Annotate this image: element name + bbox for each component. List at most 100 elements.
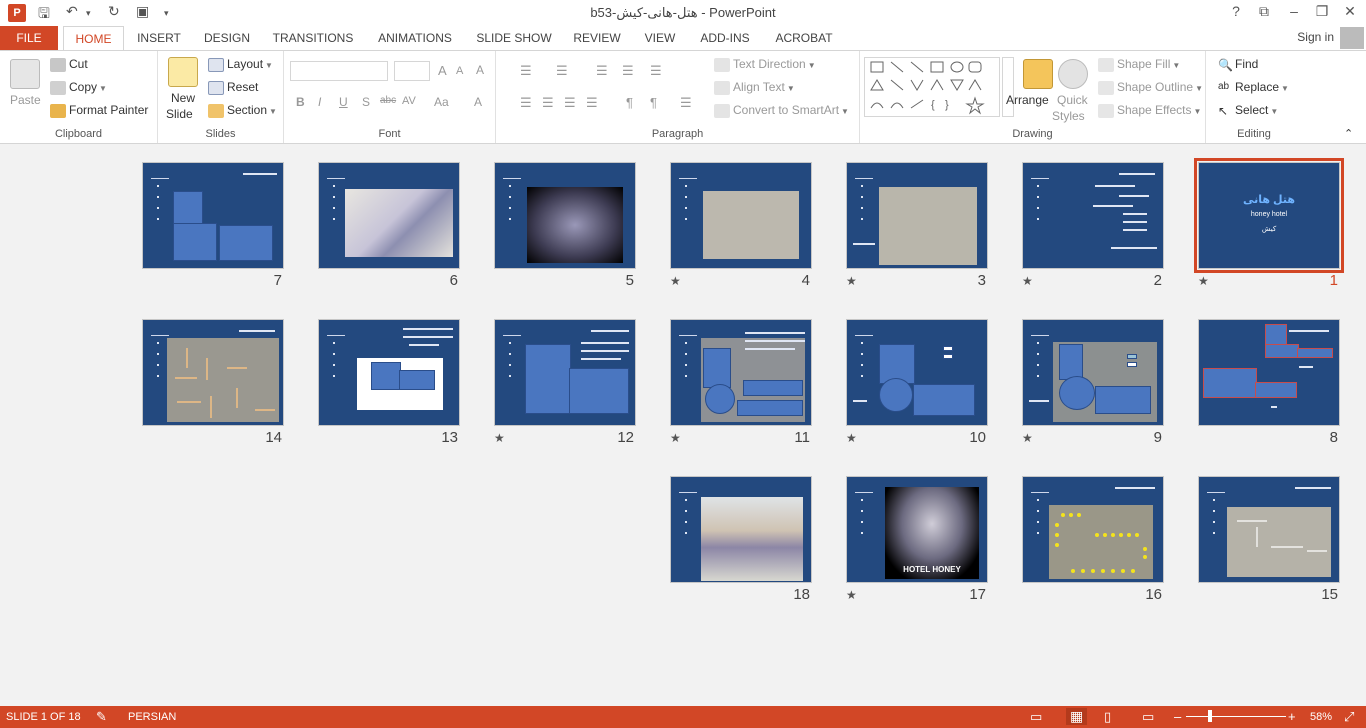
tab-add-ins[interactable]: ADD-INS [696, 26, 754, 50]
align-text-button[interactable]: Align Text ▼ [714, 80, 795, 95]
slide-thumbnail-18[interactable] [670, 476, 812, 583]
slide-thumbnail-14[interactable] [142, 319, 284, 426]
help-button[interactable]: ? [1222, 3, 1250, 19]
slide-9-animation-star[interactable]: ★ [1022, 431, 1033, 445]
slide-sorter-view[interactable]: هتل هانی honey hotel کیش 1 ★ 2 ★ 3 ★ 4 ★… [0, 144, 1366, 706]
shape-fill-button[interactable]: Shape Fill ▼ [1098, 57, 1180, 72]
italic-button[interactable]: I [318, 95, 321, 109]
slide-12-animation-star[interactable]: ★ [494, 431, 505, 445]
ltr-direction-icon[interactable]: ¶ [626, 95, 633, 110]
tab-view[interactable]: VIEW [640, 26, 680, 50]
slide-10-animation-star[interactable]: ★ [846, 431, 857, 445]
ribbon-display-options-button[interactable]: ⧉ [1250, 3, 1278, 20]
slide-1-animation-star[interactable]: ★ [1198, 274, 1209, 288]
font-size-box[interactable] [394, 61, 430, 81]
underline-button[interactable]: U [339, 95, 348, 109]
quick-styles-icon[interactable] [1058, 59, 1088, 89]
shapes-gallery-scroll[interactable] [1002, 57, 1014, 117]
zoom-slider-track[interactable] [1186, 716, 1286, 717]
slide-thumbnail-17[interactable]: HOTEL HONEY [846, 476, 988, 583]
slide-thumbnail-15[interactable] [1198, 476, 1340, 583]
paste-icon[interactable] [10, 59, 40, 89]
align-left-icon[interactable]: ☰ [520, 95, 532, 111]
align-center-icon[interactable]: ☰ [542, 95, 554, 111]
tab-design[interactable]: DESIGN [200, 26, 254, 50]
increase-indent-icon[interactable]: ☰ [622, 63, 634, 79]
tab-insert[interactable]: INSERT [132, 26, 186, 50]
tab-animations[interactable]: ANIMATIONS [372, 26, 458, 50]
slide-thumbnail-11[interactable] [670, 319, 812, 426]
new-slide-button[interactable]: New [171, 91, 195, 105]
shapes-gallery[interactable]: {} [864, 57, 1000, 117]
maximize-button[interactable]: ❐ [1308, 3, 1336, 20]
font-name-box[interactable] [290, 61, 388, 81]
columns-icon[interactable]: ☰ [680, 95, 692, 111]
close-button[interactable]: ✕ [1336, 3, 1364, 20]
character-spacing-button[interactable]: AV [402, 95, 416, 107]
shape-outline-button[interactable]: Shape Outline ▼ [1098, 80, 1203, 95]
strikethrough-button[interactable]: abc [380, 95, 396, 106]
slide-sorter-view-icon[interactable]: ▦ [1066, 708, 1088, 725]
text-shadow-button[interactable]: S [362, 95, 370, 109]
avatar[interactable] [1340, 27, 1364, 49]
convert-smartart-button[interactable]: Convert to SmartArt ▼ [714, 103, 849, 118]
language-status[interactable]: PERSIAN [128, 711, 176, 723]
paste-button[interactable]: Paste [10, 93, 41, 107]
shrink-font-button[interactable]: A [456, 65, 463, 77]
slide-thumbnail-16[interactable] [1022, 476, 1164, 583]
slide-11-animation-star[interactable]: ★ [670, 431, 681, 445]
slide-thumbnail-7[interactable] [142, 162, 284, 269]
slide-4-animation-star[interactable]: ★ [670, 274, 681, 288]
slide-thumbnail-13[interactable] [318, 319, 460, 426]
slide-thumbnail-9[interactable] [1022, 319, 1164, 426]
shape-effects-button[interactable]: Shape Effects ▼ [1098, 103, 1201, 118]
zoom-in-button[interactable]: + [1288, 709, 1296, 724]
slide-thumbnail-6[interactable] [318, 162, 460, 269]
decrease-indent-icon[interactable]: ☰ [596, 63, 608, 79]
cut-button[interactable]: Cut [50, 57, 88, 72]
copy-button[interactable]: Copy ▼ [50, 80, 107, 95]
zoom-out-button[interactable]: – [1174, 709, 1181, 724]
clear-formatting-button[interactable]: A [476, 63, 484, 77]
minimize-button[interactable]: – [1280, 3, 1308, 19]
quick-styles-button[interactable]: Quick [1057, 93, 1088, 107]
slide-thumbnail-5[interactable] [494, 162, 636, 269]
text-direction-button[interactable]: Text Direction ▼ [714, 57, 816, 72]
section-button[interactable]: Section ▼ [208, 103, 277, 118]
sign-in-link[interactable]: Sign in [1297, 30, 1334, 44]
align-right-icon[interactable]: ☰ [564, 95, 576, 111]
reset-button[interactable]: Reset [208, 80, 258, 95]
slide-2-animation-star[interactable]: ★ [1022, 274, 1033, 288]
tab-slide-show[interactable]: SLIDE SHOW [474, 26, 554, 50]
justify-icon[interactable]: ☰ [586, 95, 598, 111]
quick-styles-button-line2[interactable]: Styles [1052, 109, 1085, 123]
zoom-level[interactable]: 58% [1310, 711, 1332, 723]
reading-view-icon[interactable]: ▯ [1104, 709, 1111, 725]
fit-to-window-icon[interactable]: ⤢ [1344, 709, 1354, 725]
bullets-icon[interactable]: ☰ [520, 63, 532, 79]
new-slide-icon[interactable] [168, 57, 198, 87]
format-painter-button[interactable]: Format Painter [50, 103, 148, 118]
find-button[interactable]: 🔍 Find [1218, 57, 1258, 72]
slide-3-animation-star[interactable]: ★ [846, 274, 857, 288]
layout-button[interactable]: Layout ▼ [208, 57, 273, 72]
zoom-slider-thumb[interactable] [1208, 710, 1212, 722]
tab-file[interactable]: FILE [0, 26, 58, 50]
change-case-button[interactable]: Aa [434, 95, 449, 109]
slide-thumbnail-4[interactable] [670, 162, 812, 269]
slide-thumbnail-1[interactable]: هتل هانی honey hotel کیش [1194, 158, 1344, 273]
arrange-button[interactable]: Arrange [1006, 93, 1049, 107]
slide-thumbnail-3[interactable] [846, 162, 988, 269]
font-color-button[interactable]: A [474, 95, 482, 109]
bold-button[interactable]: B [296, 95, 305, 109]
line-spacing-icon[interactable]: ☰ [650, 63, 662, 79]
tab-review[interactable]: REVIEW [570, 26, 624, 50]
select-button[interactable]: ↖ Select ▼ [1218, 103, 1278, 118]
grow-font-button[interactable]: A [438, 63, 447, 78]
rtl-direction-icon[interactable]: ¶ [650, 95, 657, 110]
slide-thumbnail-12[interactable] [494, 319, 636, 426]
numbering-icon[interactable]: ☰ [556, 63, 568, 79]
new-slide-button-line2[interactable]: Slide [166, 107, 193, 121]
slide-count-status[interactable]: SLIDE 1 OF 18 [6, 711, 81, 723]
slide-show-view-icon[interactable]: ▭ [1142, 709, 1154, 725]
